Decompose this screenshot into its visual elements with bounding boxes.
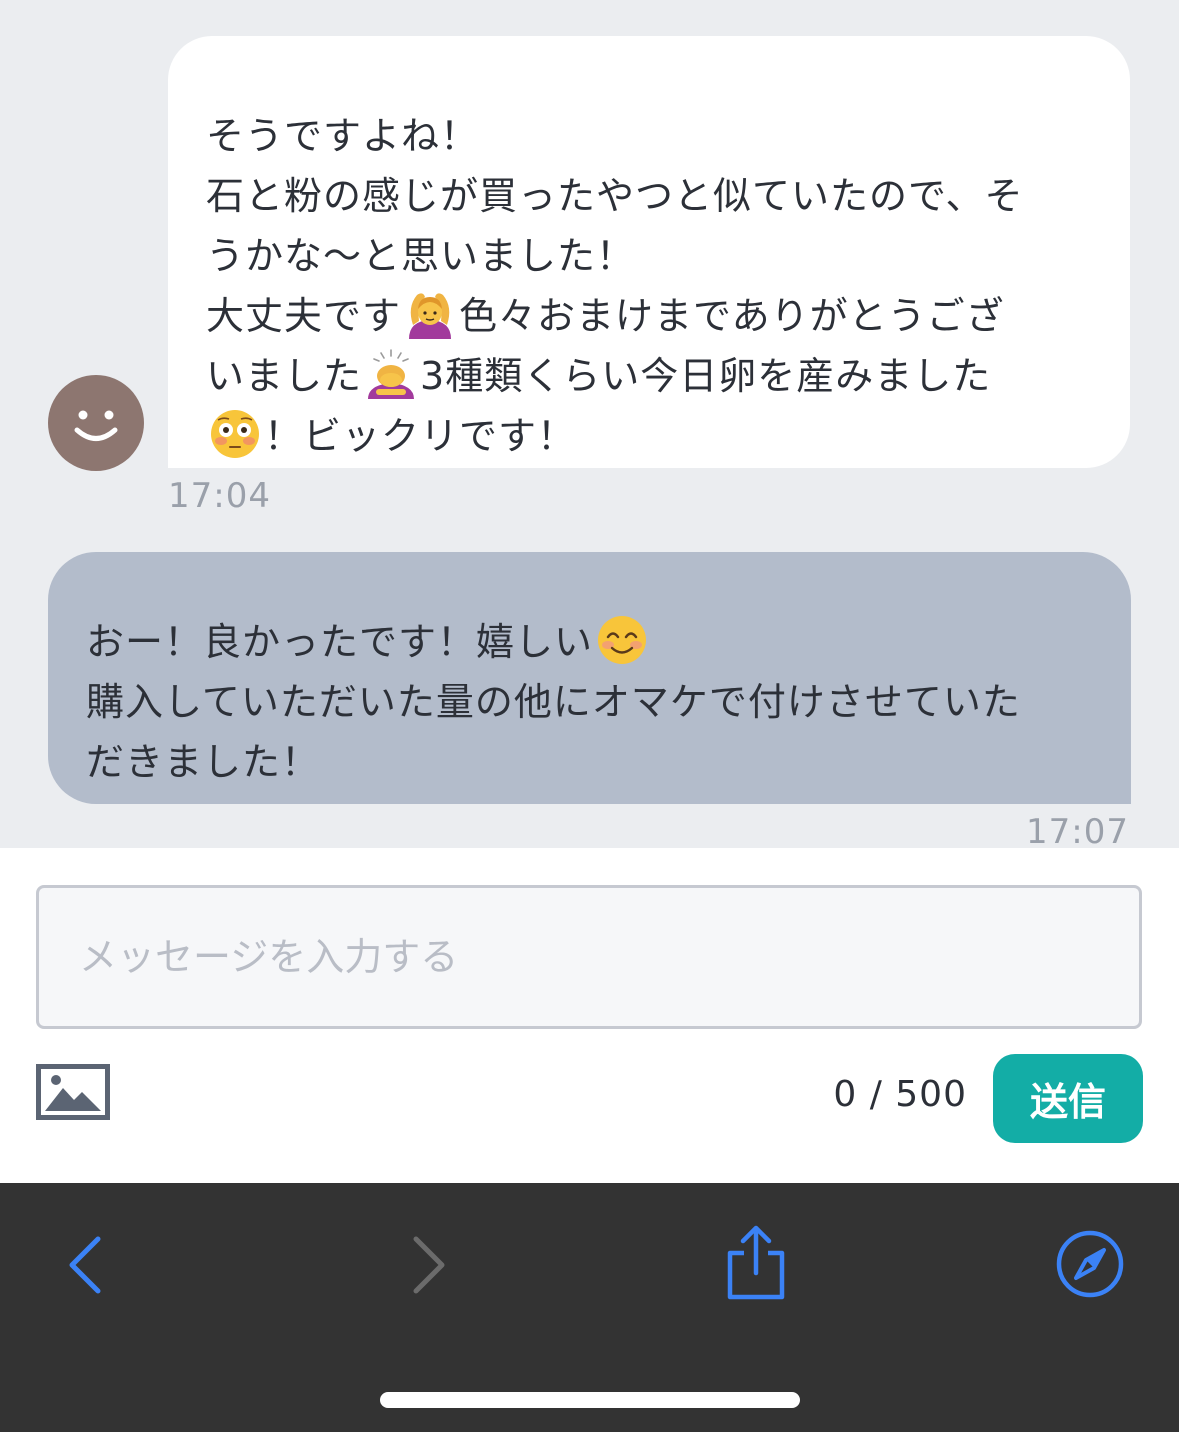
message-line: うかな〜と思いました！ xyxy=(206,234,636,278)
chat-area: そうですよね！ 石と粉の感じが買ったやつと似ていたので、そ うかな〜と思いました… xyxy=(0,0,1179,852)
woman-bowing-emoji xyxy=(364,347,418,401)
incoming-message-bubble: そうですよね！ 石と粉の感じが買ったやつと似ていたので、そ うかな〜と思いました… xyxy=(168,36,1130,468)
message-timestamp: 17:07 xyxy=(1026,812,1129,852)
browser-toolbar xyxy=(0,1183,1179,1432)
message-text: 色々おまけまでありがとうござ xyxy=(459,294,1005,338)
smiling-face-emoji xyxy=(595,613,649,667)
chevron-right-icon[interactable] xyxy=(404,1233,454,1297)
message-text: 大丈夫です xyxy=(206,294,402,338)
message-composer: 0 / 500 送信 xyxy=(0,848,1179,1183)
message-line: 石と粉の感じが買ったやつと似ていたので、そ xyxy=(206,174,1024,218)
message-text: 3種類くらい今日卵を産みました xyxy=(420,354,992,398)
flushed-face-emoji xyxy=(208,407,262,461)
share-icon[interactable] xyxy=(722,1223,790,1303)
outgoing-message-bubble: おー！良かったです！嬉しい 購入していただいた量の他にオマケで付けさせていた だ… xyxy=(48,552,1131,804)
message-line: ！ビックリです！ xyxy=(206,406,1090,466)
message-line: おー！良かったです！嬉しい xyxy=(86,612,1091,672)
message-line: 購入していただいた量の他にオマケで付けさせていた xyxy=(86,680,1021,724)
woman-gesturing-ok-emoji xyxy=(403,287,457,341)
message-timestamp: 17:04 xyxy=(168,476,271,516)
message-line: いました 3種類くらい今日卵を産みました xyxy=(206,346,1090,406)
message-text: おー！良かったです！嬉しい xyxy=(86,620,594,664)
message-line: そうですよね！ xyxy=(206,114,480,158)
home-indicator[interactable] xyxy=(380,1392,800,1408)
message-line: 大丈夫です 色々おまけまでありがとうござ xyxy=(206,286,1090,346)
message-text: ！ビックリです！ xyxy=(264,414,577,458)
chevron-left-icon[interactable] xyxy=(62,1233,112,1297)
compass-icon[interactable] xyxy=(1054,1228,1126,1300)
message-input[interactable] xyxy=(36,885,1142,1029)
character-counter: 0 / 500 xyxy=(833,1074,967,1115)
smiley-avatar-icon[interactable] xyxy=(48,375,144,471)
message-line: だきました！ xyxy=(86,740,321,784)
message-text: いました xyxy=(206,354,363,398)
image-icon[interactable] xyxy=(36,1064,110,1120)
send-button[interactable]: 送信 xyxy=(993,1054,1143,1143)
